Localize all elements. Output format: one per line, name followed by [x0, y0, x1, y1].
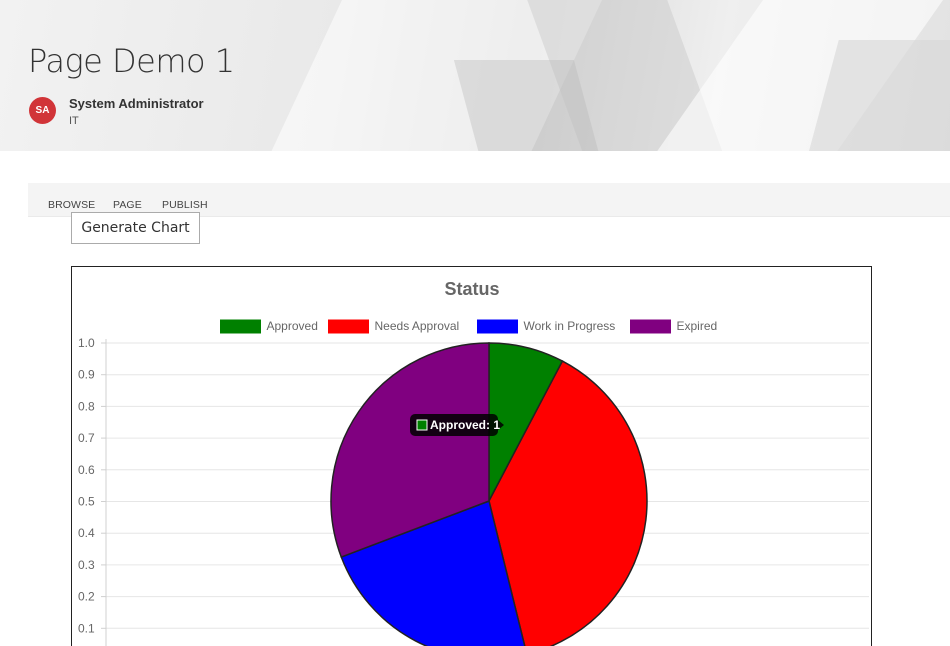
legend-swatch-approved	[220, 319, 261, 334]
y-tick-label: 0.9	[78, 368, 95, 382]
y-tick-label: 0.6	[78, 463, 95, 477]
page: Page Demo 1 SA System Administrator IT B…	[0, 0, 950, 646]
y-tick-label: 0.3	[78, 558, 95, 572]
legend-swatch-work-in-progress	[477, 319, 518, 334]
legend-label-expired: Expired	[677, 319, 718, 333]
status-pie-chart: Status Approved Needs Approval Work in Prog…	[78, 279, 869, 646]
legend-label-needs-approval: Needs Approval	[375, 319, 460, 333]
legend-label-approved: Approved	[267, 319, 318, 333]
page-title: Page Demo 1	[28, 42, 235, 80]
legend-swatch-expired	[630, 319, 671, 334]
y-tick-label: 0.1	[78, 621, 95, 635]
author-department: IT	[69, 115, 79, 127]
chart-tooltip-text: Approved: 1	[430, 418, 500, 432]
generate-chart-button[interactable]: Generate Chart	[71, 212, 200, 244]
tab-page[interactable]: PAGE	[113, 199, 142, 211]
avatar[interactable]: SA	[29, 97, 56, 124]
y-tick-label: 0.8	[78, 399, 95, 413]
y-tick-label: 1.0	[78, 336, 95, 350]
y-tick-label: 0.4	[78, 526, 95, 540]
y-tick-label: 0.7	[78, 431, 95, 445]
legend-swatch-needs-approval	[328, 319, 369, 334]
y-tick-label: 0.5	[78, 495, 95, 509]
author-name[interactable]: System Administrator	[69, 96, 204, 111]
tab-browse[interactable]: BROWSE	[48, 199, 95, 211]
chart-tooltip-swatch	[416, 419, 428, 431]
y-tick-label: 0.2	[78, 590, 95, 604]
chart-title: Status	[444, 279, 499, 299]
chart-container: Status Approved Needs Approval Work in Prog…	[71, 266, 872, 646]
legend-label-work-in-progress: Work in Progress	[524, 319, 616, 333]
tab-publish[interactable]: PUBLISH	[162, 199, 208, 211]
